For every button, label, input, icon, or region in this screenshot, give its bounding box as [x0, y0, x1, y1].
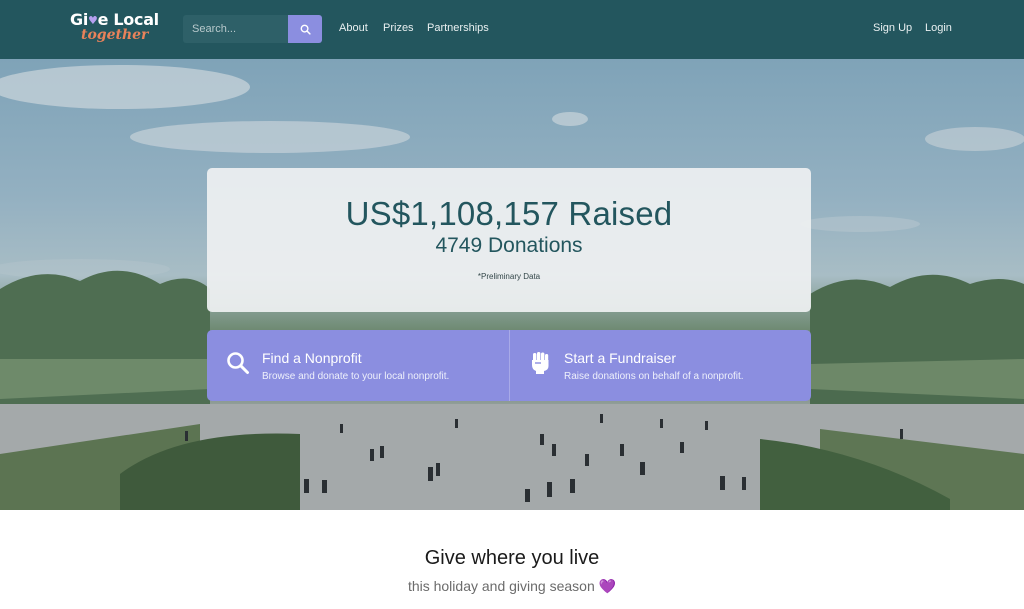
search-icon — [300, 24, 311, 35]
section-title: Give where you live — [424, 547, 600, 569]
raised-fist-icon — [532, 352, 549, 374]
logo-tagline: together — [81, 27, 149, 43]
total-raised: US$1,108,157 Raised — [345, 195, 673, 232]
start-fundraiser-title: Start a Fundraiser — [564, 350, 677, 366]
action-bar: Find a Nonprofit Browse and donate to yo… — [207, 330, 811, 401]
logo-heart-icon: ♥ — [88, 14, 98, 27]
find-nonprofit-subtitle: Browse and donate to your local nonprofi… — [262, 371, 450, 382]
nav-partnerships-link[interactable]: Partnerships — [427, 22, 489, 34]
find-nonprofit-title: Find a Nonprofit — [262, 350, 362, 366]
search-icon — [227, 352, 249, 374]
start-fundraiser-subtitle: Raise donations on behalf of a nonprofit… — [564, 371, 744, 382]
section-subtitle-text: this holiday and giving season — [407, 578, 595, 594]
purple-heart-icon: 💜 — [598, 578, 617, 594]
nav-prizes-link[interactable]: Prizes — [383, 22, 414, 34]
preliminary-data-note: *Preliminary Data — [477, 272, 541, 281]
donation-count: 4749 Donations — [435, 234, 583, 257]
section-subtitle: this holiday and giving season 💜 — [0, 578, 1024, 595]
login-link[interactable]: Login — [925, 22, 952, 34]
fundraising-stats-card: US$1,108,157 Raised 4749 Donations *Prel… — [207, 168, 811, 312]
search-button[interactable] — [288, 15, 322, 43]
give-local-together-logo[interactable]: Gi♥e Local together — [70, 10, 170, 50]
search-input[interactable] — [183, 15, 288, 43]
sign-up-link[interactable]: Sign Up — [873, 22, 912, 34]
find-nonprofit-button[interactable]: Find a Nonprofit Browse and donate to yo… — [207, 330, 509, 401]
top-navbar: Gi♥e Local together About Prizes Partner… — [0, 0, 1024, 59]
start-fundraiser-button[interactable]: Start a Fundraiser Raise donations on be… — [509, 330, 811, 401]
nav-about-link[interactable]: About — [339, 22, 368, 34]
